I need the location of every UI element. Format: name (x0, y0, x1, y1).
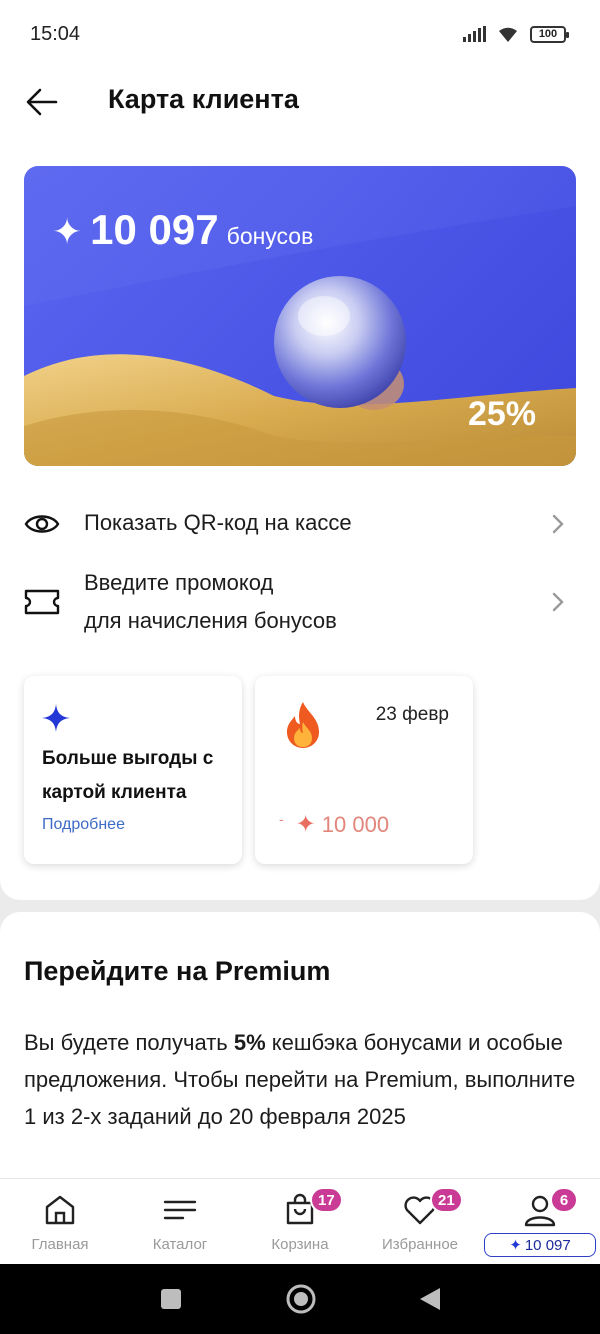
premium-cashback-percent: 5% (233, 1030, 266, 1055)
profile-bonus-value: 10 097 (524, 1236, 571, 1254)
expiring-bonus-tile[interactable]: 23 февр - ✦ 10 000 (255, 676, 473, 864)
nav-favorites[interactable]: 21 Избранное (360, 1179, 480, 1265)
chevron-right-icon (552, 514, 564, 534)
bonus-unit: бонусов (226, 223, 314, 249)
benefits-tile[interactable]: Больше выгоды с картой клиента Подробнее (24, 676, 242, 864)
menu-lines-icon (163, 1200, 197, 1220)
promo-code-line1: Введите промокод (84, 570, 274, 595)
battery-icon: 100 (530, 25, 569, 43)
minus-sign: - (279, 810, 284, 827)
eye-icon (24, 515, 60, 533)
back-triangle-icon[interactable] (418, 1286, 442, 1312)
nav-cart[interactable]: 17 Корзина (240, 1179, 360, 1265)
bonus-amount: 10 097 (90, 206, 219, 253)
sparkle-icon (42, 704, 70, 732)
status-bar: 15:04 100 (0, 0, 600, 68)
promo-code-row[interactable]: Введите промокод для начисления бонусов (0, 564, 600, 640)
nav-catalog-label: Каталог (152, 1236, 208, 1253)
bottom-nav: Главная Каталог 17 Корзина 21 Избранное … (0, 1178, 600, 1264)
system-nav-bar (0, 1264, 600, 1334)
sparkle-icon: ✦ (295, 811, 316, 838)
nav-profile[interactable]: 6 ✦ 10 097 (480, 1179, 600, 1265)
profile-badge: 6 (550, 1187, 578, 1213)
status-icons: 100 (463, 25, 569, 43)
card-bonus-balance: ✦ 10 097 бонусов (52, 206, 313, 254)
nav-catalog[interactable]: Каталог (120, 1179, 240, 1265)
cart-badge: 17 (310, 1187, 343, 1213)
expiring-amount-value: 10 000 (321, 811, 390, 837)
home-circle-icon[interactable] (285, 1283, 317, 1315)
premium-title: Перейдите на Premium (24, 956, 331, 986)
page-title: Карта клиента (108, 84, 299, 114)
show-qr-label: Показать QR-код на кассе (84, 510, 352, 535)
ticket-icon (24, 589, 60, 615)
profile-bonus-pill: ✦ 10 097 (484, 1233, 596, 1257)
premium-description: Вы будете получать 5% кешбэка бонусами и… (24, 1024, 576, 1135)
nav-home-label: Главная (31, 1236, 89, 1253)
signal-icon (463, 26, 486, 42)
promo-code-line2: для начисления бонусов (84, 608, 337, 633)
more-link[interactable]: Подробнее (42, 816, 125, 834)
cashback-percent: 25% (467, 395, 536, 433)
show-qr-row[interactable]: Показать QR-код на кассе (0, 504, 600, 544)
header: Карта клиента (0, 68, 600, 134)
status-time: 15:04 (30, 22, 81, 45)
client-card-section: Карта клиента ✦ 10 097 бонусов 25% Показ… (0, 68, 600, 900)
fire-icon (287, 702, 319, 748)
expiry-date: 23 февр (375, 704, 449, 725)
battery-level: 100 (538, 28, 558, 40)
favorites-badge: 21 (430, 1187, 463, 1213)
chevron-right-icon (552, 592, 564, 612)
loyalty-card[interactable]: ✦ 10 097 бонусов 25% (24, 166, 576, 466)
nav-cart-label: Корзина (271, 1236, 329, 1253)
sparkle-icon: ✦ (52, 211, 83, 252)
home-icon (45, 1195, 75, 1225)
recents-icon[interactable] (160, 1288, 182, 1310)
premium-text-start: Вы будете получать (24, 1030, 234, 1055)
expiring-amount: - ✦ 10 000 (279, 810, 389, 839)
benefits-title: Больше выгоды с картой клиента (42, 748, 214, 803)
wifi-icon (499, 27, 517, 42)
promo-code-label: Введите промокод для начисления бонусов (84, 564, 337, 640)
sparkle-icon: ✦ (509, 1237, 522, 1254)
premium-section: Перейдите на Premium Вы будете получать … (0, 912, 600, 1182)
back-arrow-icon[interactable] (24, 84, 60, 120)
nav-favorites-label: Избранное (381, 1236, 459, 1253)
nav-home[interactable]: Главная (0, 1179, 120, 1265)
